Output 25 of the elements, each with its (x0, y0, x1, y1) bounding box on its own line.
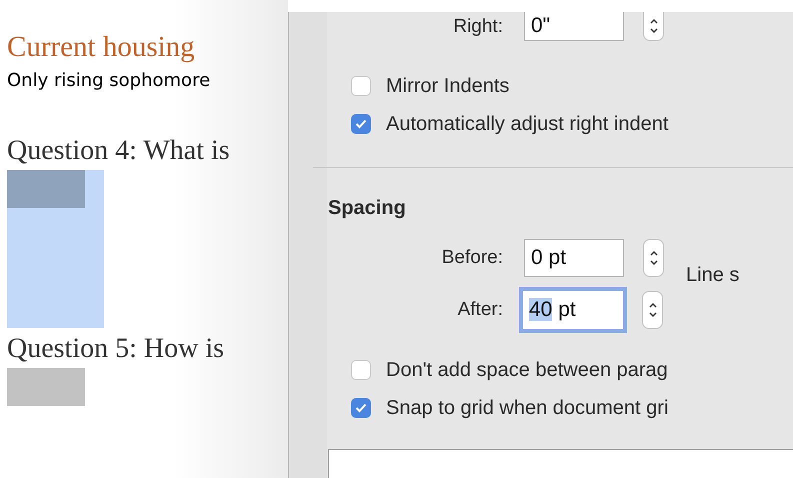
section-title: Spacing (328, 196, 407, 220)
stepper[interactable] (643, 12, 664, 41)
question-text: Question 5: How is (7, 332, 225, 366)
checkbox[interactable] (351, 76, 371, 96)
field-label: After: (456, 299, 504, 321)
checkmark-icon (355, 403, 367, 413)
checkbox-label: Don't add space between parag (386, 358, 668, 382)
field-label: Right: (452, 16, 504, 38)
field-label: Before: (440, 247, 504, 269)
checkbox[interactable] (351, 360, 371, 380)
stepper[interactable] (642, 291, 663, 329)
document-heading: Current housing (7, 30, 196, 64)
input-field[interactable]: 0" (524, 12, 624, 41)
checkbox[interactable] (351, 398, 371, 418)
question-text: Question 4: What is (7, 134, 231, 168)
checkbox-label: Mirror Indents (386, 74, 510, 98)
checkbox-label: Automatically adjust right indent (386, 112, 668, 136)
field-label: Line s (686, 264, 740, 286)
input-field[interactable]: 40 pt (519, 287, 627, 333)
checkbox[interactable] (351, 114, 371, 134)
checkmark-icon (355, 119, 367, 129)
input-field[interactable]: 0 pt (524, 239, 624, 277)
stepper[interactable] (643, 239, 664, 277)
checkbox-label: Snap to grid when document gri (386, 396, 668, 420)
document-text: Only rising sophomore (7, 69, 212, 93)
